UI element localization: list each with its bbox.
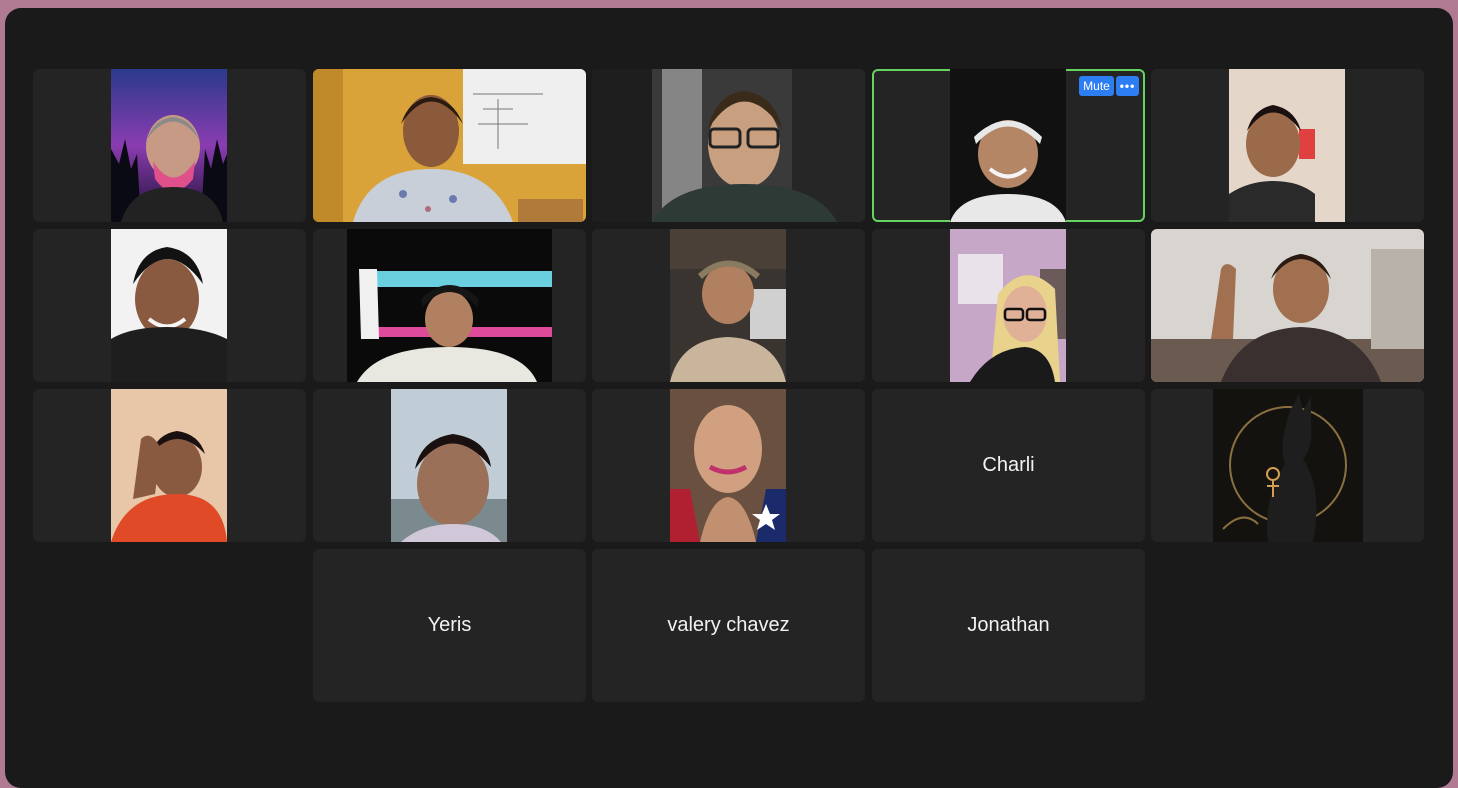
more-options-button[interactable]: ••• (1116, 76, 1139, 96)
participant-name: Yeris (427, 614, 472, 636)
participant-video (111, 69, 227, 222)
participant-video (670, 389, 786, 542)
video-tile-11[interactable] (33, 389, 306, 542)
participant-video (1229, 69, 1345, 222)
video-tile-3[interactable] (592, 69, 865, 222)
video-tile-10[interactable] (1151, 229, 1424, 382)
participant-video (313, 69, 586, 222)
participant-video (950, 229, 1066, 382)
video-tile-1[interactable] (33, 69, 306, 222)
participant-video (592, 69, 865, 222)
video-tile-14-no-video[interactable]: Charli (872, 389, 1145, 542)
participant-video (1151, 229, 1424, 382)
video-tile-18-no-video[interactable]: Jonathan (872, 549, 1145, 702)
video-tile-12[interactable] (313, 389, 586, 542)
participant-name: Jonathan (967, 614, 1050, 636)
participant-name: valery chavez (667, 614, 790, 636)
video-tile-9[interactable] (872, 229, 1145, 382)
participant-video (391, 389, 507, 542)
participant-video (347, 229, 552, 382)
participant-video (111, 389, 227, 542)
video-tile-4-active-speaker[interactable]: Mute ••• (872, 69, 1145, 222)
participant-name: Charli (982, 454, 1035, 476)
participant-video (670, 229, 786, 382)
meeting-window: Mute ••• Charli Yeris valery chavez Jona… (5, 8, 1453, 788)
video-tile-16-no-video[interactable]: Yeris (313, 549, 586, 702)
video-tile-8[interactable] (592, 229, 865, 382)
mute-button[interactable]: Mute (1079, 76, 1114, 96)
video-tile-2[interactable] (313, 69, 586, 222)
video-tile-15[interactable] (1151, 389, 1424, 542)
video-tile-7[interactable] (313, 229, 586, 382)
participant-video (950, 69, 1066, 222)
video-tile-5[interactable] (1151, 69, 1424, 222)
video-tile-13[interactable] (592, 389, 865, 542)
video-tile-6[interactable] (33, 229, 306, 382)
video-tile-17-no-video[interactable]: valery chavez (592, 549, 865, 702)
participant-video (111, 229, 227, 382)
participant-avatar-image (1213, 389, 1363, 542)
